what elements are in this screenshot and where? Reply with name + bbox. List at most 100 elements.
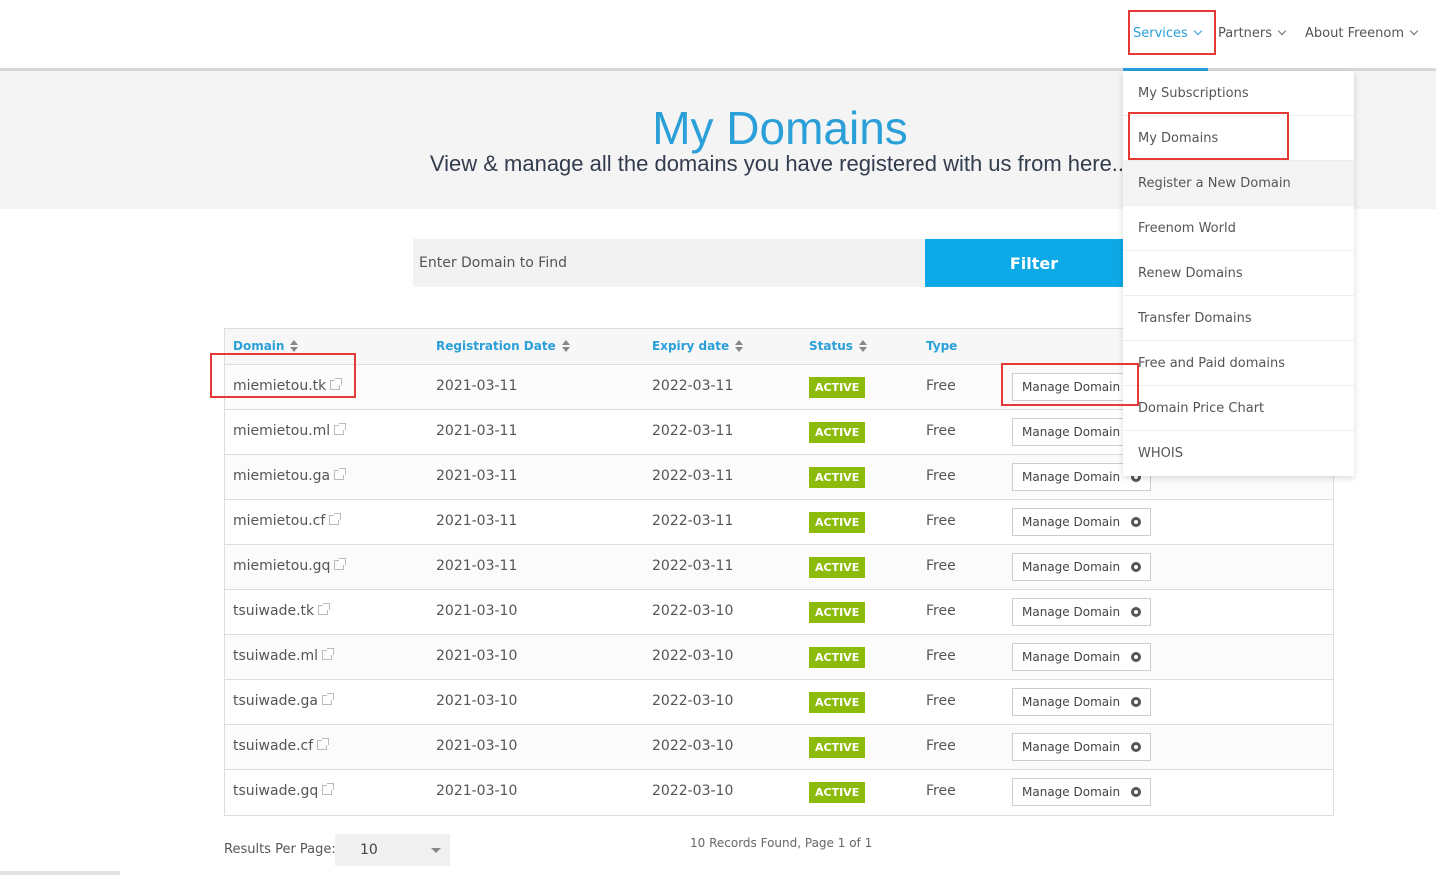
external-link-icon[interactable] — [318, 603, 331, 615]
manage-domain-button[interactable]: Manage Domain — [1012, 643, 1151, 671]
domain-name[interactable]: miemietou.ga — [233, 468, 330, 484]
domain-search-input[interactable] — [413, 239, 925, 287]
status-badge: ACTIVE — [809, 647, 866, 668]
scrollbar[interactable] — [0, 871, 120, 875]
status-badge: ACTIVE — [809, 737, 866, 758]
external-link-icon[interactable] — [330, 378, 343, 390]
manage-domain-button[interactable]: Manage Domain — [1012, 733, 1151, 761]
nav-partners-label: Partners — [1218, 26, 1273, 41]
header-status[interactable]: Status — [809, 339, 867, 353]
manage-domain-button[interactable]: Manage Domain — [1012, 778, 1151, 806]
domain-type: Free — [926, 693, 956, 709]
manage-domain-label: Manage Domain — [1022, 380, 1121, 394]
domain-cell[interactable]: tsuiwade.tk — [233, 603, 331, 619]
status-badge: ACTIVE — [809, 422, 866, 443]
menu-item-transfer-domains[interactable]: Transfer Domains — [1123, 296, 1354, 341]
domain-cell[interactable]: tsuiwade.cf — [233, 738, 330, 754]
gear-icon — [1131, 517, 1141, 527]
domain-name[interactable]: tsuiwade.cf — [233, 738, 313, 754]
gear-icon — [1131, 562, 1141, 572]
domain-cell[interactable]: miemietou.gq — [233, 558, 347, 574]
chevron-down-icon — [1193, 26, 1203, 36]
domain-type: Free — [926, 603, 956, 619]
external-link-icon[interactable] — [317, 738, 330, 750]
status-badge: ACTIVE — [809, 557, 866, 578]
status-badge: ACTIVE — [809, 692, 866, 713]
external-link-icon[interactable] — [322, 693, 334, 705]
registration-date: 2021-03-11 — [436, 423, 518, 439]
table-row: tsuiwade.cf 2021-03-10 2022-03-10 ACTIVE Fre… — [225, 725, 1333, 770]
domain-name[interactable]: tsuiwade.tk — [233, 603, 314, 619]
nav-partners[interactable]: Partners — [1218, 24, 1287, 44]
domain-cell[interactable]: miemietou.ga — [233, 468, 347, 484]
manage-domain-label: Manage Domain — [1022, 605, 1121, 619]
header-registration-date[interactable]: Registration Date — [436, 339, 570, 353]
results-per-page-value: 10 — [360, 842, 378, 858]
expiry-date: 2022-03-10 — [652, 603, 734, 619]
status-badge: ACTIVE — [809, 602, 866, 623]
registration-date: 2021-03-10 — [436, 738, 518, 754]
status-badge: ACTIVE — [809, 377, 866, 398]
domain-name[interactable]: miemietou.cf — [233, 513, 325, 529]
manage-domain-button[interactable]: Manage Domain — [1012, 598, 1151, 626]
menu-item-domain-price-chart[interactable]: Domain Price Chart — [1123, 386, 1354, 431]
results-per-page-select[interactable]: 10 — [335, 834, 450, 866]
domain-cell[interactable]: miemietou.cf — [233, 513, 342, 529]
domain-name[interactable]: miemietou.gq — [233, 558, 330, 574]
menu-item-register-a-new-domain[interactable]: Register a New Domain — [1123, 161, 1354, 206]
header-domain[interactable]: Domain — [233, 339, 299, 353]
manage-domain-label: Manage Domain — [1022, 650, 1121, 664]
manage-domain-button[interactable]: Manage Domain — [1012, 688, 1151, 716]
nav-about-label: About Freenom — [1305, 26, 1405, 41]
external-link-icon[interactable] — [334, 423, 347, 435]
table-row: tsuiwade.ml 2021-03-10 2022-03-10 ACTIVE Fre… — [225, 635, 1333, 680]
menu-item-renew-domains[interactable]: Renew Domains — [1123, 251, 1354, 296]
nav-services-label: Services — [1133, 26, 1188, 41]
external-link-icon[interactable] — [334, 468, 347, 480]
domain-cell[interactable]: miemietou.ml — [233, 423, 347, 439]
manage-domain-label: Manage Domain — [1022, 695, 1121, 709]
manage-domain-label: Manage Domain — [1022, 560, 1121, 574]
header-type: Type — [926, 339, 957, 353]
domain-type: Free — [926, 783, 956, 799]
header-type-label: Type — [926, 339, 958, 353]
domain-cell[interactable]: tsuiwade.ml — [233, 648, 335, 664]
manage-domain-button[interactable]: Manage Domain — [1012, 508, 1151, 536]
menu-item-whois[interactable]: WHOIS — [1123, 431, 1354, 476]
external-link-icon[interactable] — [322, 648, 335, 660]
header-expiry-date[interactable]: Expiry date — [652, 339, 744, 353]
table-row: tsuiwade.tk 2021-03-10 2022-03-10 ACTIVE Fre… — [225, 590, 1333, 635]
manage-domain-button[interactable]: Manage Domain — [1012, 553, 1151, 581]
results-per-page-label: Results Per Page: — [224, 842, 336, 857]
domain-name[interactable]: tsuiwade.gq — [233, 783, 318, 799]
gear-icon — [1131, 607, 1141, 617]
external-link-icon[interactable] — [334, 558, 347, 570]
status-badge: ACTIVE — [809, 512, 866, 533]
registration-date: 2021-03-11 — [436, 513, 518, 529]
expiry-date: 2022-03-10 — [652, 738, 734, 754]
domain-name[interactable]: tsuiwade.ga — [233, 693, 318, 709]
header-status-label: Status — [809, 339, 853, 353]
domain-name[interactable]: tsuiwade.ml — [233, 648, 318, 664]
filter-button[interactable]: Filter — [925, 239, 1143, 287]
nav-about[interactable]: About Freenom — [1305, 24, 1419, 44]
domain-cell[interactable]: tsuiwade.ga — [233, 693, 334, 709]
domain-cell[interactable]: miemietou.tk — [233, 378, 343, 394]
sort-icon — [561, 339, 570, 352]
manage-domain-label: Manage Domain — [1022, 425, 1121, 439]
status-badge: ACTIVE — [809, 782, 866, 803]
external-link-icon[interactable] — [329, 513, 342, 525]
services-dropdown-menu: My Subscriptions My Domains Register a New… — [1123, 71, 1354, 476]
domain-name[interactable]: miemietou.tk — [233, 378, 326, 394]
header-registration-date-label: Registration Date — [436, 339, 556, 353]
nav-services[interactable]: Services — [1133, 24, 1203, 44]
menu-item-free-and-paid-domains[interactable]: Free and Paid domains — [1123, 341, 1354, 386]
menu-item-my-domains[interactable]: My Domains — [1123, 116, 1354, 161]
domain-cell[interactable]: tsuiwade.gq — [233, 783, 335, 799]
chevron-down-icon — [1277, 26, 1287, 36]
menu-item-my-subscriptions[interactable]: My Subscriptions — [1123, 71, 1354, 116]
external-link-icon[interactable] — [322, 783, 335, 795]
menu-item-freenom-world[interactable]: Freenom World — [1123, 206, 1354, 251]
domain-name[interactable]: miemietou.ml — [233, 423, 330, 439]
sort-icon — [735, 339, 744, 352]
